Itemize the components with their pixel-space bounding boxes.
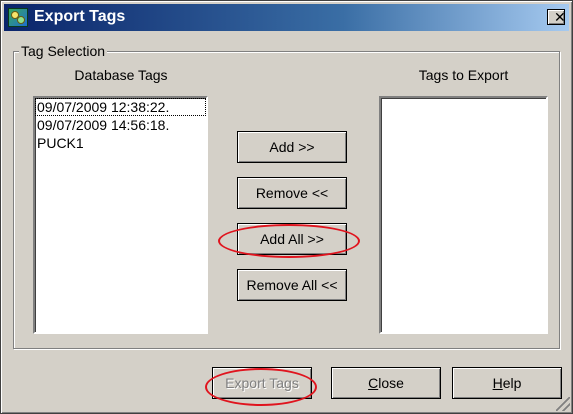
app-icon	[8, 8, 28, 27]
tags-to-export-list[interactable]	[379, 96, 548, 334]
close-mnemonic: C	[368, 375, 379, 391]
remove-button[interactable]: Remove <<	[237, 177, 347, 209]
export-tags-button[interactable]: Export Tags	[212, 367, 312, 399]
export-tags-dialog: Export Tags ✕ Tag Selection Database Tag…	[0, 0, 573, 414]
list-item[interactable]: 09/07/2009 14:56:18.	[35, 116, 206, 134]
title-bar[interactable]: Export Tags ✕	[4, 4, 569, 31]
tag-selection-label: Tag Selection	[19, 43, 108, 59]
help-label-rest: elp	[502, 375, 522, 391]
tags-to-export-heading: Tags to Export	[418, 67, 509, 83]
list-item[interactable]: PUCK1	[35, 134, 206, 152]
database-tags-list[interactable]: 09/07/2009 12:38:22. 09/07/2009 14:56:18…	[33, 96, 208, 334]
add-button[interactable]: Add >>	[237, 131, 347, 163]
close-icon: ✕	[554, 10, 566, 26]
remove-all-button[interactable]: Remove All <<	[237, 269, 347, 301]
close-window-button[interactable]: ✕	[547, 9, 566, 26]
add-all-button[interactable]: Add All >>	[237, 223, 347, 255]
list-item[interactable]: 09/07/2009 12:38:22.	[35, 98, 206, 116]
database-tags-heading: Database Tags	[74, 67, 168, 83]
help-mnemonic: H	[492, 375, 503, 391]
close-button[interactable]: Close	[331, 367, 441, 399]
close-label-rest: lose	[378, 375, 404, 391]
resize-grip-icon[interactable]	[556, 397, 570, 411]
help-button[interactable]: Help	[452, 367, 562, 399]
window-title: Export Tags	[34, 8, 126, 25]
